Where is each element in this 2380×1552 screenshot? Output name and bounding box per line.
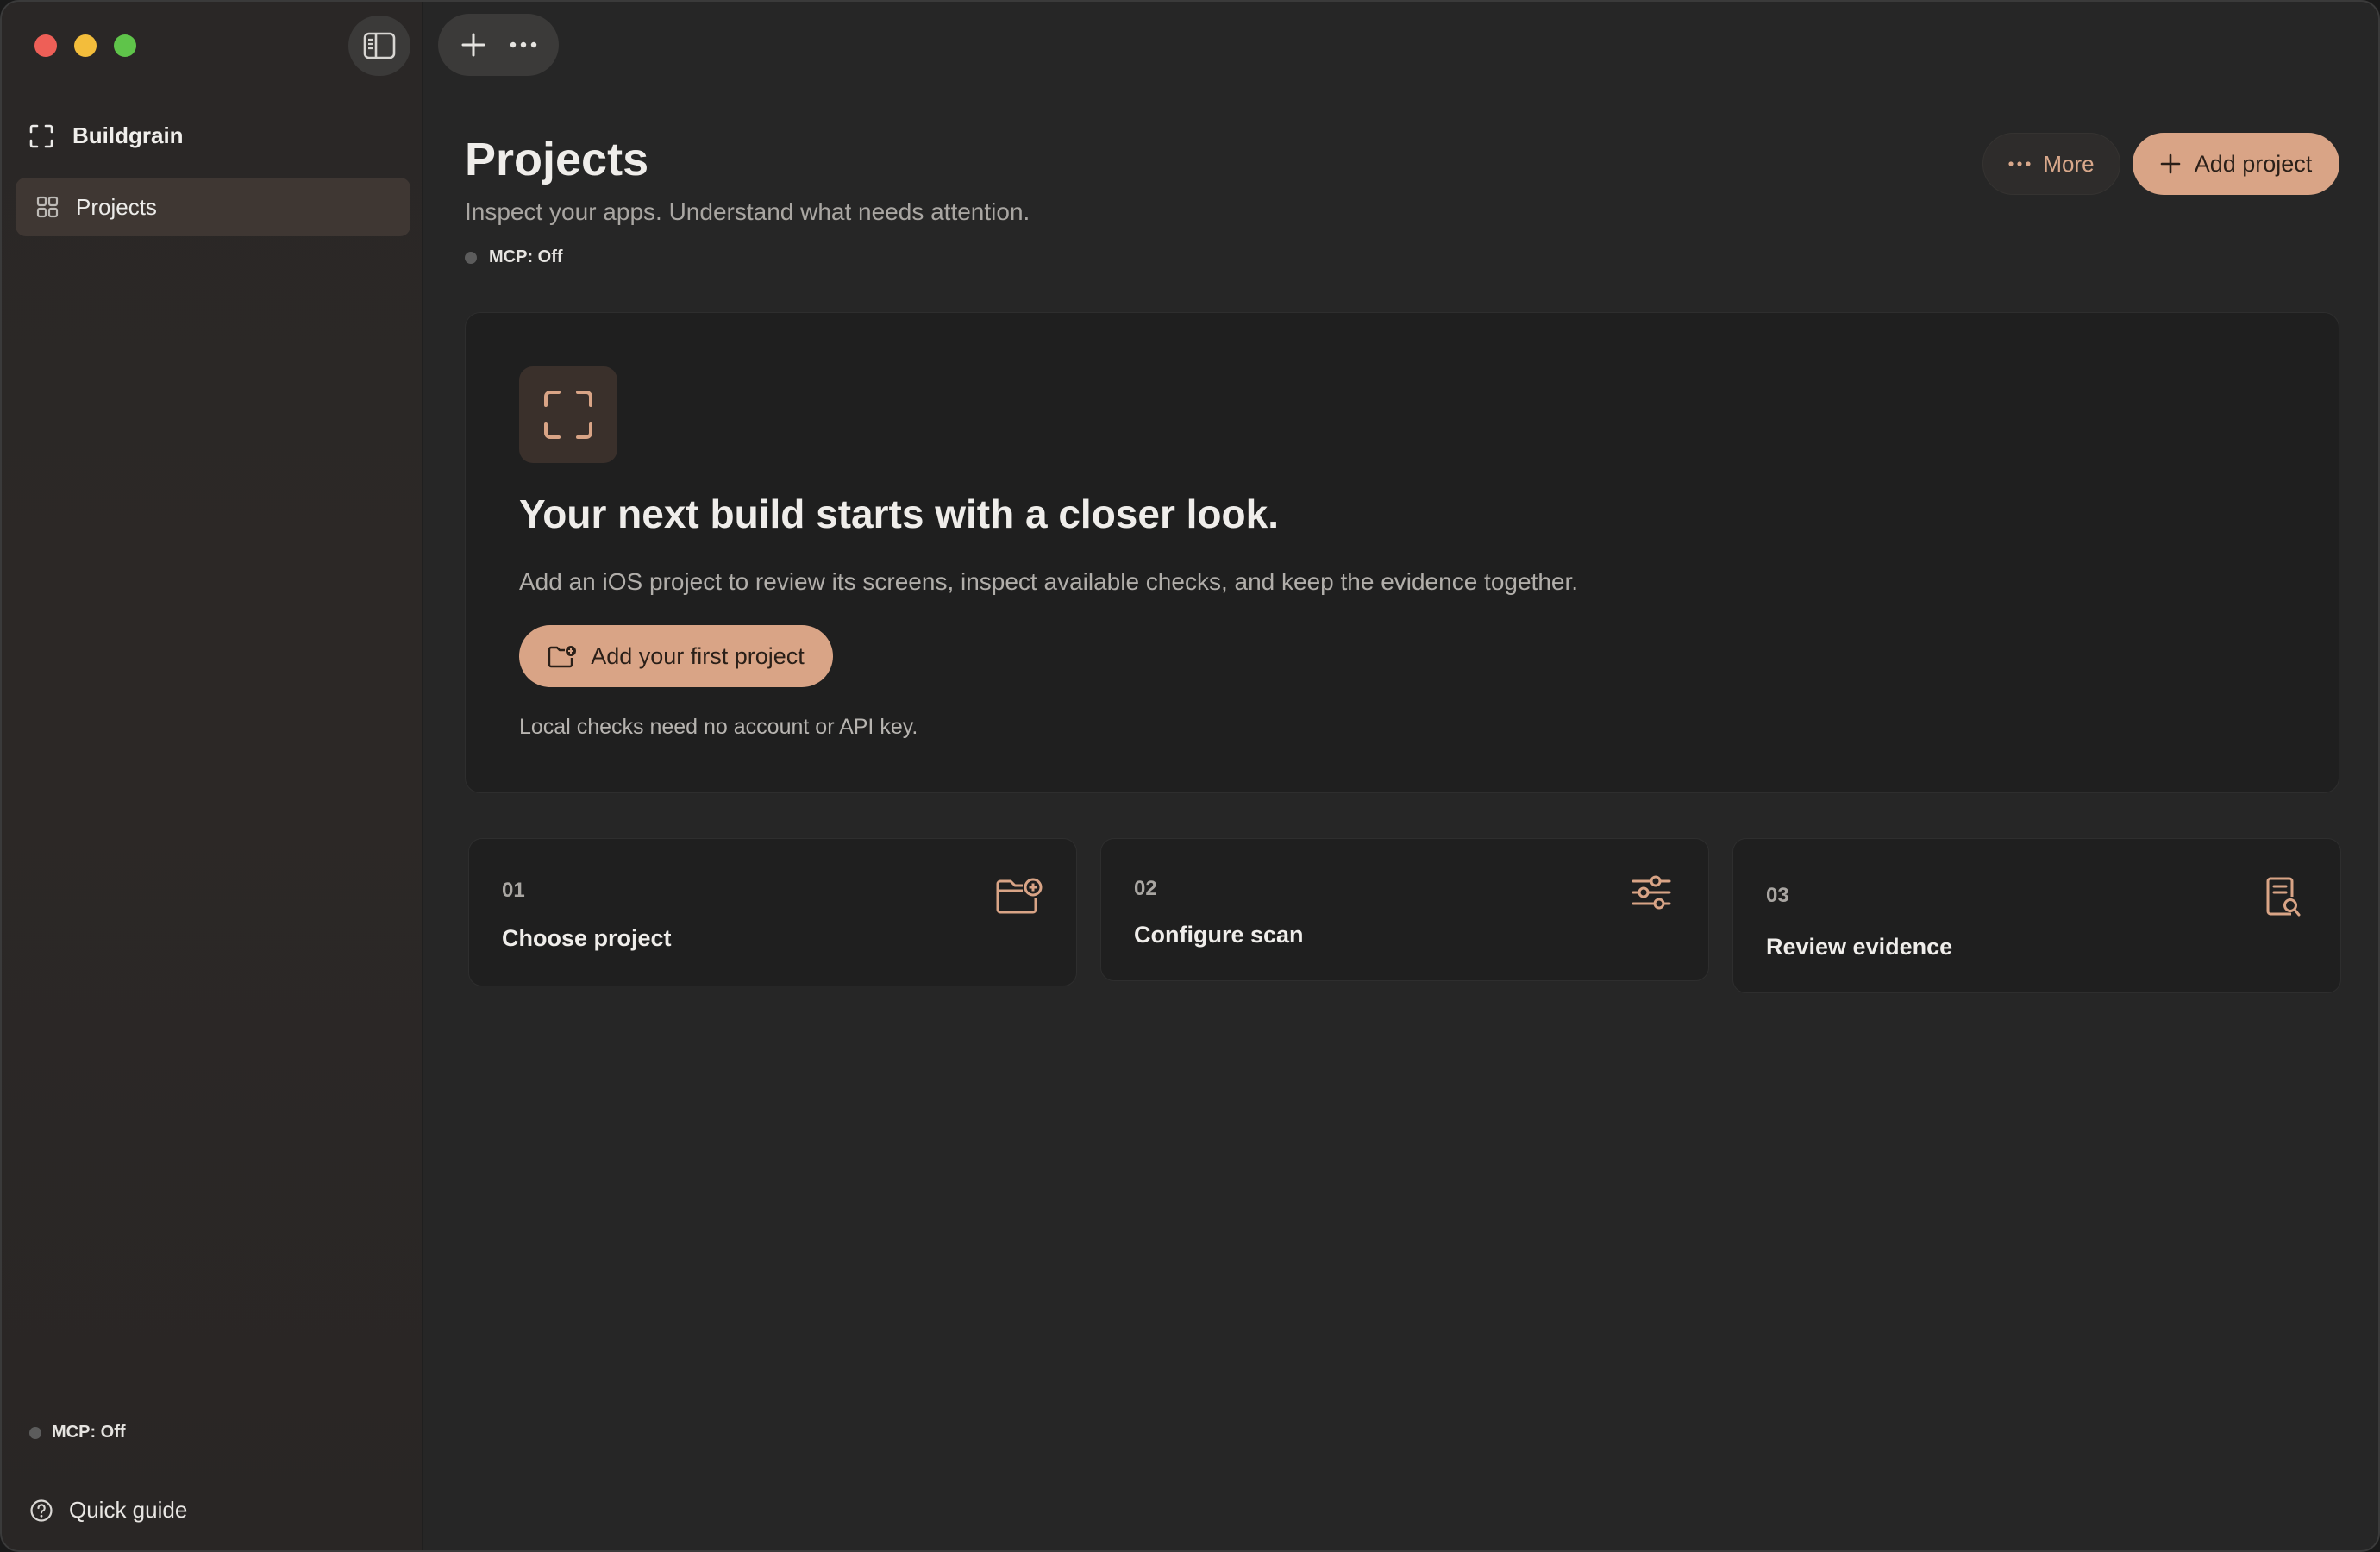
add-first-project-label: Add your first project (591, 642, 805, 669)
sidebar-item-projects[interactable]: Projects (16, 178, 410, 236)
add-first-project-button[interactable]: Add your first project (519, 625, 833, 687)
main-content: Projects Inspect your apps. Understand w… (423, 2, 2378, 1550)
app-window: Buildgrain Projects MCP: Off Quick guide (0, 0, 2380, 1552)
step-number: 02 (1134, 877, 1157, 900)
empty-state-card: Your next build starts with a closer loo… (465, 312, 2339, 793)
scan-frame-icon (29, 124, 53, 147)
quick-guide-link[interactable]: Quick guide (29, 1497, 187, 1524)
step-title: Review evidence (1766, 934, 1953, 960)
minimize-window-button[interactable] (74, 34, 97, 57)
folder-add-icon (993, 872, 1045, 920)
step-number: 03 (1766, 884, 1789, 907)
step-card-configure-scan[interactable]: 02 Configure scan (1100, 838, 1709, 981)
page-title: Projects (465, 134, 649, 185)
status-dot (465, 251, 477, 264)
plus-icon (2160, 153, 2181, 174)
hero-icon-tile (519, 366, 617, 463)
zoom-window-button[interactable] (114, 34, 136, 57)
brand: Buildgrain (29, 122, 184, 149)
step-card-choose-project[interactable]: 01 Choose project (468, 838, 1077, 986)
mcp-status: MCP: Off (29, 1423, 126, 1442)
sidebar-toggle-icon (363, 32, 396, 59)
sliders-icon (1625, 868, 1677, 917)
ellipsis-icon (2008, 161, 2031, 166)
more-button-label: More (2043, 150, 2095, 177)
status-dot (29, 1426, 41, 1439)
step-card-review-evidence[interactable]: 03 Review evidence (1732, 838, 2341, 993)
page-subtitle: Inspect your apps. Understand what needs… (465, 198, 1030, 225)
header-status-label: MCP: Off (489, 247, 563, 266)
hero-note: Local checks need no account or API key. (519, 715, 918, 739)
grid-icon (36, 196, 59, 218)
help-circle-icon (30, 1499, 53, 1522)
header-mcp-status: MCP: Off (465, 247, 563, 267)
folder-add-icon (548, 646, 577, 668)
sidebar-item-label: Projects (76, 193, 157, 220)
close-window-button[interactable] (34, 34, 57, 57)
hero-description: Add an iOS project to review its screens… (519, 568, 1579, 595)
add-project-label: Add project (2194, 150, 2313, 177)
hero-title: Your next build starts with a closer loo… (519, 491, 1279, 536)
scan-frame-icon (544, 391, 592, 439)
document-search-icon (2258, 873, 2309, 922)
sidebar: Buildgrain Projects MCP: Off Quick guide (2, 2, 423, 1550)
sidebar-toggle-button[interactable] (348, 16, 410, 76)
step-title: Choose project (502, 925, 672, 951)
more-button[interactable]: More (1982, 133, 2120, 195)
step-title: Configure scan (1134, 922, 1304, 948)
add-project-button[interactable]: Add project (2133, 133, 2339, 195)
mcp-status-label: MCP: Off (52, 1423, 126, 1442)
step-number: 01 (502, 879, 525, 902)
brand-label: Buildgrain (72, 122, 184, 148)
quick-guide-label: Quick guide (69, 1497, 188, 1523)
